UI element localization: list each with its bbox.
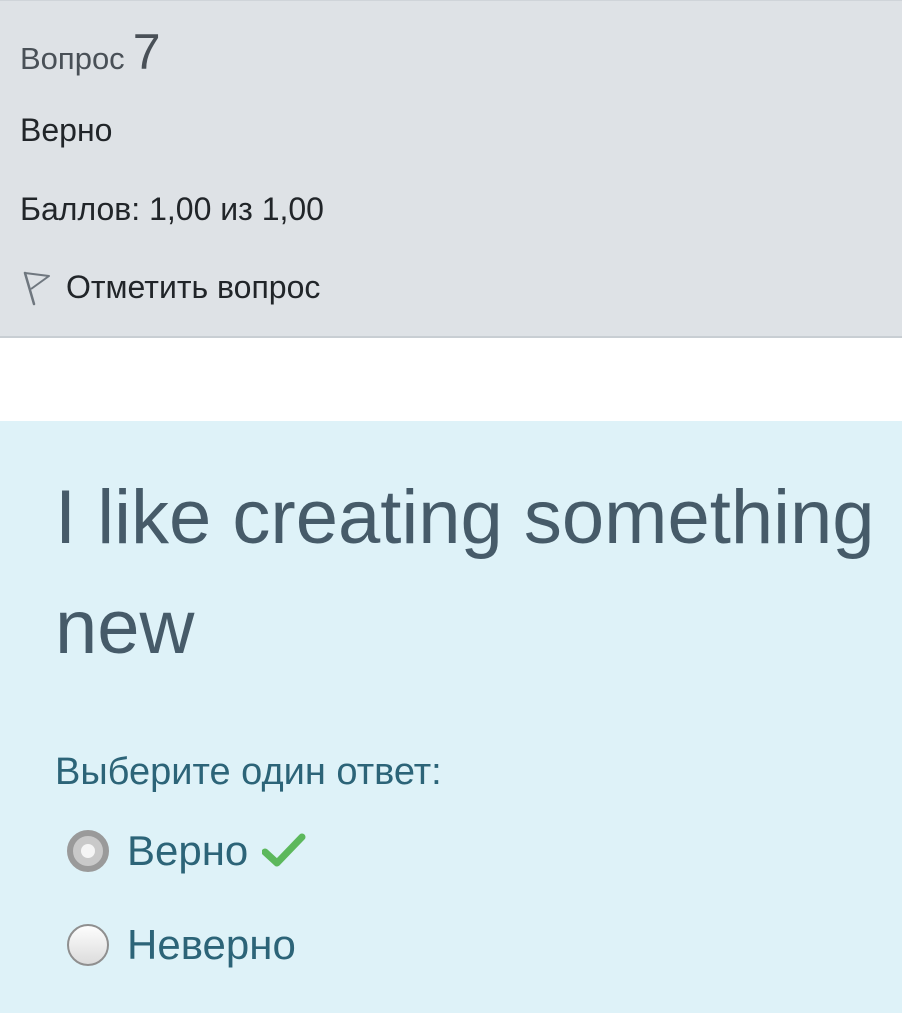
- radio-button-true[interactable]: [67, 830, 109, 872]
- answer-prompt: Выберите один ответ:: [55, 751, 442, 793]
- flag-outline-icon: [20, 270, 52, 306]
- question-text: I like creating something new: [55, 475, 875, 670]
- flag-question-label: Отметить вопрос: [66, 269, 321, 305]
- question-content-panel: I like creating something new Выберите о…: [0, 421, 902, 1013]
- answer-option-label: Верно: [127, 827, 249, 874]
- question-grade: Баллов: 1,00 из 1,00: [20, 191, 324, 227]
- answer-option-label: Неверно: [127, 921, 296, 968]
- question-number: 7: [132, 24, 161, 80]
- radio-button-false[interactable]: [67, 924, 109, 966]
- checkmark-icon: [261, 831, 306, 871]
- question-state: Верно: [20, 112, 113, 148]
- question-info-panel: Вопрос 7 Верно Баллов: 1,00 из 1,00 Отмет…: [0, 0, 902, 338]
- answer-option-true[interactable]: Верно: [67, 827, 306, 875]
- question-label: Вопрос: [20, 41, 125, 76]
- answer-option-false[interactable]: Неверно: [67, 921, 296, 969]
- question-number-heading: Вопрос 7: [20, 23, 161, 81]
- flag-question-link[interactable]: Отметить вопрос: [20, 269, 320, 306]
